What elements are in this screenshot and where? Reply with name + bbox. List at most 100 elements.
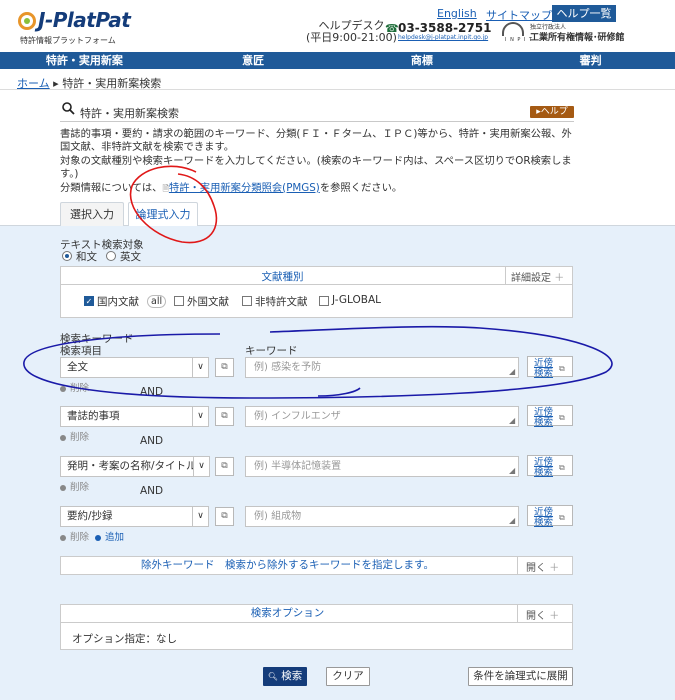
tab-logical-input[interactable]: 論理式入力	[128, 202, 198, 226]
doc-type-title: 文献種別	[261, 271, 304, 283]
delete-label: 削除	[70, 383, 90, 394]
checkbox-foreign-label: 外国文献	[187, 296, 229, 308]
sitemap-link[interactable]: サイトマップ	[486, 7, 552, 23]
radio-japanese-label: 和文	[76, 251, 97, 263]
delete-row-button[interactable]: 削除	[60, 479, 89, 493]
logo-text[interactable]: J-PlatPat	[38, 8, 131, 32]
checkbox-foreign[interactable]	[174, 296, 184, 306]
divider	[517, 604, 518, 623]
field-select[interactable]: 全文	[60, 357, 194, 378]
classification-prefix: 分類情報については、	[60, 181, 163, 194]
plus-icon: ＋	[549, 563, 560, 574]
keyword-input[interactable]: 例) インフルエンザ	[245, 406, 519, 427]
synonym-label: 検索	[534, 466, 554, 478]
synonym-search-button[interactable]: 近傍 検索	[527, 505, 573, 527]
chevron-down-icon[interactable]: ∨	[192, 357, 209, 378]
delete-label: 削除	[70, 482, 90, 493]
add-row-button[interactable]: 追加	[95, 529, 124, 543]
resize-handle-icon[interactable]: ◢	[509, 516, 515, 525]
nav-item-design[interactable]: 意匠	[169, 52, 338, 69]
org-name: 工業所有権情報･研修館	[530, 33, 625, 43]
field-select[interactable]: 発明・考案の名称/タイトル	[60, 456, 210, 477]
logo-subtitle: 特許情報プラットフォーム	[20, 36, 116, 45]
divider	[505, 266, 506, 285]
nav-item-trademark[interactable]: 商標	[338, 52, 507, 69]
pmgs-link[interactable]: 特許・実用新案分類照会(PMGS)	[169, 182, 320, 194]
helpdesk-hours: (平日9:00-21:00)	[306, 31, 397, 44]
options-open-button[interactable]: 開く ＋	[526, 607, 559, 622]
keyword-column-label: キーワード	[245, 345, 298, 357]
radio-japanese[interactable]	[62, 251, 72, 261]
radio-english[interactable]	[106, 251, 116, 261]
checkbox-nonpatent-label: 非特許文献	[255, 296, 308, 308]
synonym-label: 検索	[534, 367, 554, 379]
inpit-logo-icon	[502, 22, 524, 36]
help-list-button[interactable]: ヘルプ一覧	[552, 5, 616, 22]
keyword-input[interactable]: 例) 感染を予防	[245, 357, 519, 378]
search-button-label: 検索	[281, 670, 303, 682]
delete-icon	[60, 385, 66, 392]
exclude-open-label: 開く	[526, 563, 546, 574]
all-badge[interactable]: all	[147, 295, 167, 308]
page-description: 書誌的事項・要約・請求の範囲のキーワード、分類(ＦＩ・Ｆターム、ＩＰＣ)等から、…	[60, 128, 580, 195]
expand-logical-button[interactable]: 条件を論理式に展開	[468, 667, 573, 686]
clear-button[interactable]: クリア	[326, 667, 370, 686]
helpdesk-phone: 03-3588-2751	[398, 21, 492, 35]
classification-note: 分類情報については、🗎特許・実用新案分類照会(PMGS)を参照ください。	[60, 182, 580, 195]
search-button[interactable]: 🔍︎ 検索	[263, 667, 307, 686]
helpdesk-email-link[interactable]: helpdesk@j-platpat.inpit.go.jp	[398, 34, 488, 41]
radio-english-label: 英文	[120, 251, 141, 263]
keyword-input[interactable]: 例) 半導体記憶装置	[245, 456, 519, 477]
checkbox-jglobal[interactable]	[319, 296, 329, 306]
divider	[0, 89, 675, 90]
external-link-icon: ⧉	[559, 364, 565, 373]
plus-icon: ＋	[554, 273, 565, 284]
chevron-down-icon[interactable]: ∨	[192, 506, 209, 527]
checkbox-domestic[interactable]: ✓	[84, 296, 94, 306]
delete-label: 削除	[70, 532, 90, 543]
field-picker-icon[interactable]: ⧉	[215, 507, 234, 526]
divider	[517, 556, 518, 575]
resize-handle-icon[interactable]: ◢	[509, 416, 515, 425]
field-select[interactable]: 書誌的事項	[60, 406, 194, 427]
and-operator: AND	[140, 386, 164, 398]
nav-item-patent[interactable]: 特許・実用新案	[0, 52, 169, 69]
classification-suffix: を参照ください。	[319, 181, 403, 194]
search-icon	[62, 102, 75, 119]
exclude-open-button[interactable]: 開く ＋	[526, 559, 559, 574]
main-nav: 特許・実用新案 意匠 商標 審判	[0, 52, 675, 69]
plus-icon: ＋	[549, 611, 560, 622]
english-link[interactable]: English	[437, 7, 477, 20]
field-picker-icon[interactable]: ⧉	[215, 407, 234, 426]
help-button[interactable]: ▸ヘルプ	[530, 106, 574, 118]
field-select[interactable]: 要約/抄録	[60, 506, 194, 527]
synonym-search-button[interactable]: 近傍 検索	[527, 356, 573, 379]
synonym-search-button[interactable]: 近傍 検索	[527, 455, 573, 478]
synonym-search-button[interactable]: 近傍 検索	[527, 405, 573, 427]
field-picker-icon[interactable]: ⧉	[215, 457, 234, 476]
search-icon: 🔍︎	[267, 672, 278, 681]
inpit-logo-tag: I N P I T	[505, 37, 534, 43]
field-picker-icon[interactable]: ⧉	[215, 358, 234, 377]
field-column-label: 検索項目	[60, 345, 102, 357]
phone-icon: ☎	[385, 22, 399, 35]
options-open-label: 開く	[526, 611, 546, 622]
checkbox-nonpatent[interactable]	[242, 296, 252, 306]
chevron-down-icon[interactable]: ∨	[193, 456, 210, 477]
add-icon	[95, 534, 101, 541]
and-operator: AND	[140, 435, 164, 447]
keyword-input[interactable]: 例) 組成物	[245, 506, 519, 527]
resize-handle-icon[interactable]: ◢	[509, 367, 515, 376]
search-options-title: 検索オプション	[250, 607, 325, 619]
delete-label: 削除	[70, 432, 90, 443]
detail-settings-button[interactable]: 詳細設定 ＋	[511, 269, 564, 284]
delete-row-button[interactable]: 削除	[60, 380, 89, 394]
resize-handle-icon[interactable]: ◢	[509, 466, 515, 475]
nav-item-trial[interactable]: 審判	[506, 52, 675, 69]
external-link-icon: ⧉	[559, 463, 565, 472]
delete-row-button[interactable]: 削除	[60, 529, 89, 543]
chevron-down-icon[interactable]: ∨	[192, 406, 209, 427]
tab-select-input[interactable]: 選択入力	[60, 202, 124, 226]
j-platpat-logo-icon[interactable]	[18, 12, 36, 30]
delete-row-button[interactable]: 削除	[60, 429, 89, 443]
